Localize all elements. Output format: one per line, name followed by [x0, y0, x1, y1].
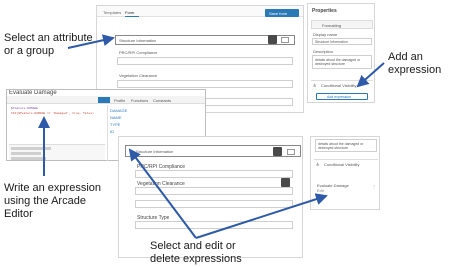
expression-item[interactable]: Evaluate Damage Edit ⋮ [316, 182, 376, 194]
callout-line: Write an expression [4, 182, 102, 194]
tab-form-underline [125, 16, 139, 17]
add-expression-label: Add expression [327, 95, 352, 99]
callout-line: or a group [4, 45, 55, 57]
group-title: Structure Information [119, 38, 157, 43]
display-name-value: Structure Information [315, 40, 348, 44]
callout-write-expression: Write an expression using the Arcade Edi… [4, 182, 101, 221]
bottom-field-input-3[interactable] [135, 200, 293, 208]
callout-line: Editor [4, 208, 33, 220]
properties-panel-bottom: details about the damaged or destroyed s… [310, 136, 380, 210]
save-form-label: Save form [269, 10, 288, 16]
field-input-1[interactable] [117, 57, 293, 65]
bottom-group-delete-button[interactable] [273, 147, 282, 156]
field-delete-button[interactable] [281, 178, 290, 187]
bottom-visibility-icon: ≜ [316, 162, 320, 167]
bottom-description-input[interactable]: details about the damaged or destroyed s… [315, 139, 377, 152]
display-name-label: Display name [313, 32, 338, 37]
description-input[interactable]: details about the damaged or destroyed s… [312, 55, 372, 69]
bottom-field-input-2[interactable] [135, 187, 293, 195]
field-input-2[interactable] [117, 80, 293, 88]
callout-select-edit: Select and edit or delete expressions [150, 240, 242, 266]
save-form-button[interactable]: Save form [265, 9, 299, 17]
field-label-1: PRC/RPI Compliance [119, 50, 158, 55]
bottom-field-input-4[interactable] [135, 221, 293, 229]
code-line-2: IIF($feature.DAMAGE == 'Damaged', true, … [11, 112, 94, 115]
result-row [11, 157, 46, 160]
list-item[interactable]: NAME [110, 115, 122, 120]
callout-add-expression: Add an expression [388, 51, 441, 77]
properties-title: Properties [312, 8, 337, 14]
properties-panel: Properties Formatting Display name Struc… [307, 3, 375, 103]
callout-line: expression [388, 64, 442, 76]
callout-line: Select and edit or [150, 240, 236, 252]
group-delete-button[interactable] [268, 35, 277, 44]
bottom-description-value: details about the damaged or destroyed s… [318, 142, 364, 150]
group-collapse-icon[interactable] [281, 37, 289, 43]
list-item[interactable]: ID [110, 129, 114, 134]
bottom-visibility-row[interactable]: ≜ Conditional Visibility [314, 159, 378, 168]
editor-results-grid [9, 144, 105, 160]
description-value: details about the damaged or destroyed s… [315, 58, 361, 66]
bottom-field-input-1[interactable] [135, 170, 293, 178]
list-item[interactable]: TYPE [110, 122, 120, 127]
callout-select-attribute: Select an attribute or a group [4, 32, 93, 58]
tab-form[interactable]: Form [125, 10, 134, 15]
bottom-group-collapse-icon[interactable] [287, 149, 295, 155]
tab-templates[interactable]: Templates [103, 10, 121, 15]
callout-line: delete expressions [150, 253, 242, 265]
formatting-section[interactable]: Formatting [311, 20, 373, 29]
editor-run-button[interactable] [98, 97, 110, 103]
list-item[interactable]: DAMAGE [110, 108, 127, 113]
bottom-group-icon: ≜ [129, 149, 133, 154]
code-area[interactable]: $feature.DAMAGE IIF($feature.DAMAGE == '… [9, 105, 105, 145]
callout-line: Add an [388, 51, 423, 63]
add-expression-button[interactable]: Add expression [316, 93, 368, 100]
bottom-group-title: Structure Information [136, 149, 174, 154]
display-name-input[interactable]: Structure Information [312, 38, 372, 45]
conditional-visibility-row[interactable]: ≜ Conditional Visibility [311, 80, 373, 89]
expression-menu-icon[interactable]: ⋮ [372, 184, 376, 189]
callout-line: Select an attribute [4, 32, 93, 44]
callout-line: using the Arcade [4, 195, 86, 207]
code-line-1: $feature.DAMAGE [11, 107, 39, 110]
result-row [11, 152, 41, 155]
visibility-icon: ≜ [313, 83, 317, 88]
description-label: Description [313, 49, 334, 54]
conditional-visibility-label: Conditional Visibility [321, 83, 357, 88]
field-label-2: Vegetation Clearance [119, 73, 158, 78]
editor-tab-constants[interactable]: Constants [153, 98, 171, 103]
formatting-label: Formatting [322, 23, 342, 28]
result-row [11, 147, 51, 150]
screenshot-root: Templates Form Save form Structure Infor… [0, 0, 474, 267]
bottom-visibility-label: Conditional Visibility [324, 162, 360, 167]
editor-tab-profile[interactable]: Profile [114, 98, 125, 103]
expression-sub: Edit [317, 188, 324, 193]
editor-tab-functions[interactable]: Functions [131, 98, 148, 103]
